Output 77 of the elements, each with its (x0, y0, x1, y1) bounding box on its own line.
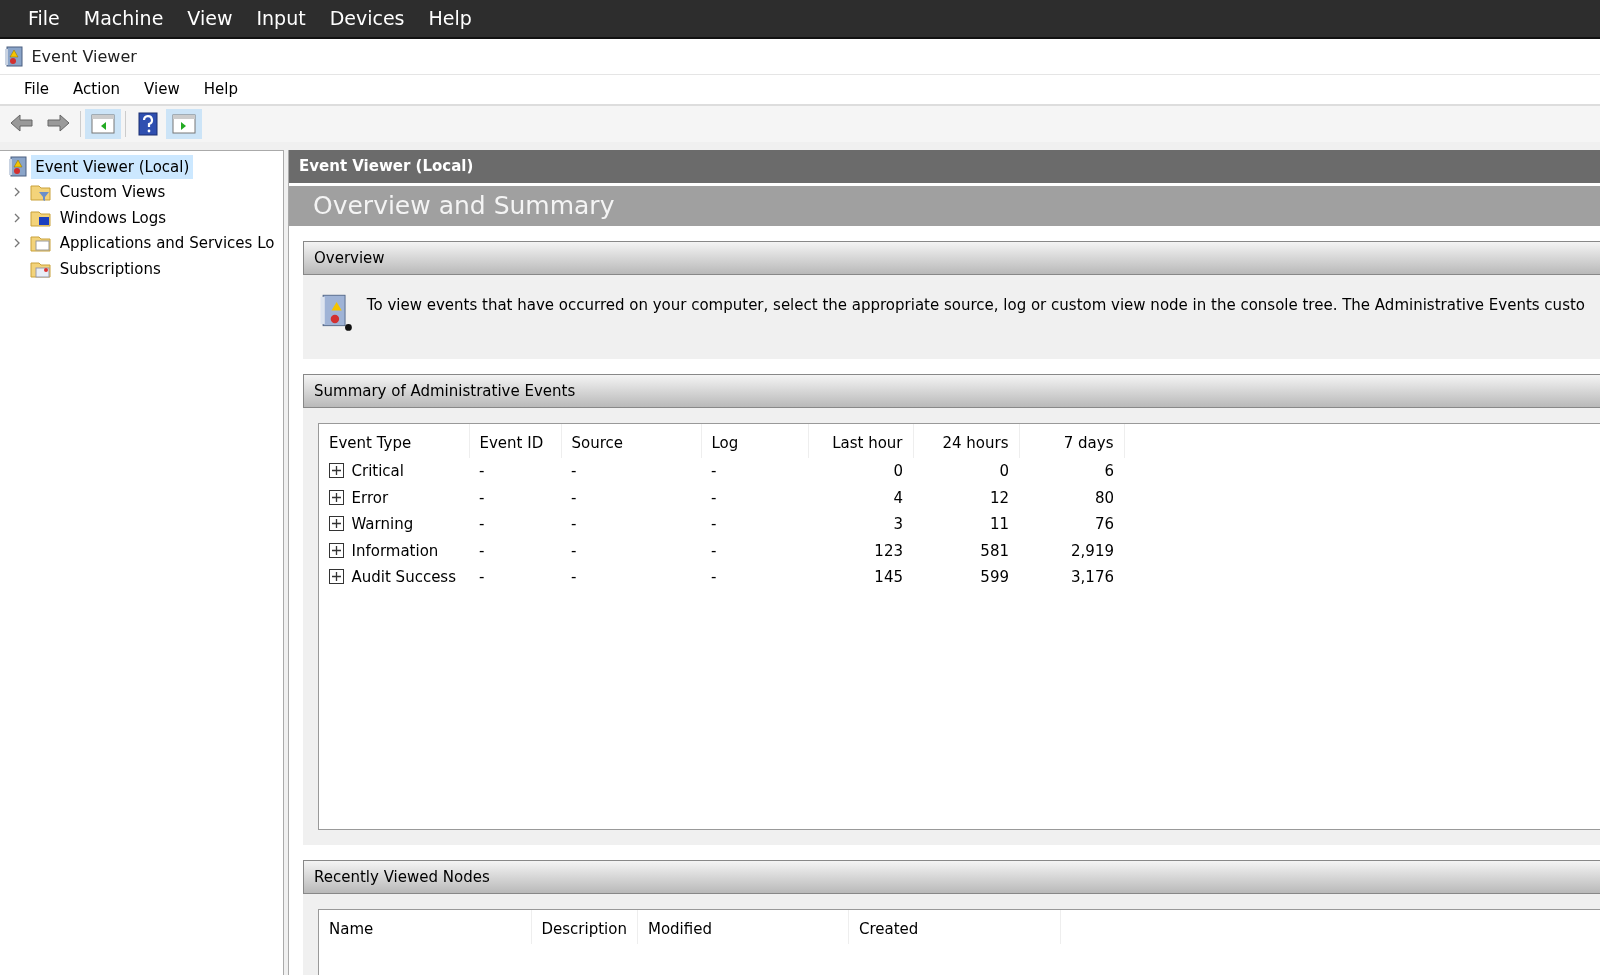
menu-item[interactable]: Machine (71, 0, 176, 37)
expand-icon[interactable] (329, 569, 344, 584)
table-cell: 6 (1019, 458, 1124, 485)
table-cell: - (561, 458, 701, 485)
table-cell-text: 3,176 (1070, 567, 1115, 588)
table-cell-text: 599 (979, 567, 1010, 588)
table-cell-text: 123 (873, 540, 904, 562)
menu-item[interactable]: File (16, 0, 72, 37)
table-cell-text: 581 (979, 540, 1010, 562)
expand-icon[interactable] (329, 463, 344, 478)
table-cell-text: - (570, 487, 578, 509)
tree-item[interactable]: Custom Views (0, 179, 283, 205)
table-cell-text: 2,919 (1070, 540, 1115, 562)
column-header[interactable]: Name (319, 909, 531, 944)
table-cell: Error (351, 488, 389, 507)
table-cell-text: - (710, 567, 718, 588)
action-pane-icon (171, 112, 197, 136)
column-header[interactable]: Created (848, 909, 1061, 944)
section-header[interactable]: Overview (303, 241, 1600, 275)
expand-icon[interactable] (329, 516, 344, 531)
column-header[interactable]: Event Type (319, 423, 469, 458)
table-cell-text: - (478, 514, 486, 535)
table-cell-text: - (710, 514, 718, 535)
window-title: Event Viewer (31, 45, 137, 68)
table-cell-text: - (710, 487, 718, 509)
table-cell-text: - (570, 540, 578, 562)
table-cell-text: 145 (873, 567, 904, 588)
menu-item[interactable]: Input (244, 0, 318, 37)
page-title: Overview and Summary (289, 186, 1600, 226)
table-cell-text: - (570, 567, 578, 588)
event-log-icon (7, 155, 28, 178)
section-header[interactable]: Recently Viewed Nodes (303, 859, 1600, 894)
expand-icon[interactable] (329, 489, 344, 505)
menu-item[interactable]: Action (61, 75, 133, 104)
column-header[interactable]: Log (701, 423, 808, 458)
table-cell: - (469, 458, 561, 485)
menu-item[interactable]: View (175, 0, 245, 37)
column-header[interactable]: 24 hours (913, 423, 1019, 458)
description-text: To view events that have occurred on your computer, select the appropriate source, log or custom view node in the console tree. The Administrative Events custo (366, 294, 1585, 316)
table-cell: Warning (351, 515, 414, 533)
table-cell-text: - (710, 540, 718, 562)
column-header[interactable]: Event ID (469, 423, 561, 458)
table-cell-text: 76 (1093, 514, 1115, 535)
tree-item[interactable]: Windows Logs (0, 205, 283, 231)
table-cell: Information (351, 541, 439, 560)
tree-item[interactable]: Applications and Services Lo (0, 230, 283, 256)
column-header[interactable]: Last hour (808, 423, 913, 458)
table-cell: Audit Success (351, 568, 456, 586)
table-cell-text: - (570, 514, 578, 535)
tree-item[interactable]: Subscriptions (0, 256, 283, 282)
menu-item[interactable]: Devices (317, 0, 417, 37)
event-log-icon (4, 45, 24, 68)
column-header[interactable]: Description (531, 909, 638, 944)
table-cell: 0 (913, 458, 1019, 485)
menu-item[interactable]: Help (416, 0, 484, 37)
table-cell: Critical (351, 462, 404, 480)
menu-item[interactable]: File (12, 75, 62, 104)
tree-pane-icon (90, 112, 116, 136)
table-cell-text: 3 (892, 514, 904, 535)
table-cell-text: - (478, 540, 486, 562)
expand-icon[interactable] (329, 542, 344, 558)
column-header[interactable]: Modified (637, 909, 849, 944)
table-cell: 0 (808, 458, 913, 485)
section-header[interactable]: Summary of Administrative Events (303, 373, 1600, 408)
table-cell-text: 80 (1093, 487, 1115, 509)
column-header[interactable]: Source (561, 423, 701, 458)
table-cell: - (701, 458, 808, 485)
pane-header: Event Viewer (Local) (289, 150, 1600, 183)
table-cell-text: 11 (988, 514, 1010, 535)
table-cell-text: - (478, 567, 486, 588)
menu-item[interactable]: Help (191, 75, 250, 104)
column-header[interactable]: 7 days (1019, 423, 1124, 458)
table-cell-text: 4 (892, 487, 904, 509)
table-cell-text: 12 (988, 487, 1010, 509)
menu-item[interactable]: View (132, 75, 192, 104)
help-icon (135, 112, 161, 136)
table-cell-text: - (478, 487, 486, 509)
